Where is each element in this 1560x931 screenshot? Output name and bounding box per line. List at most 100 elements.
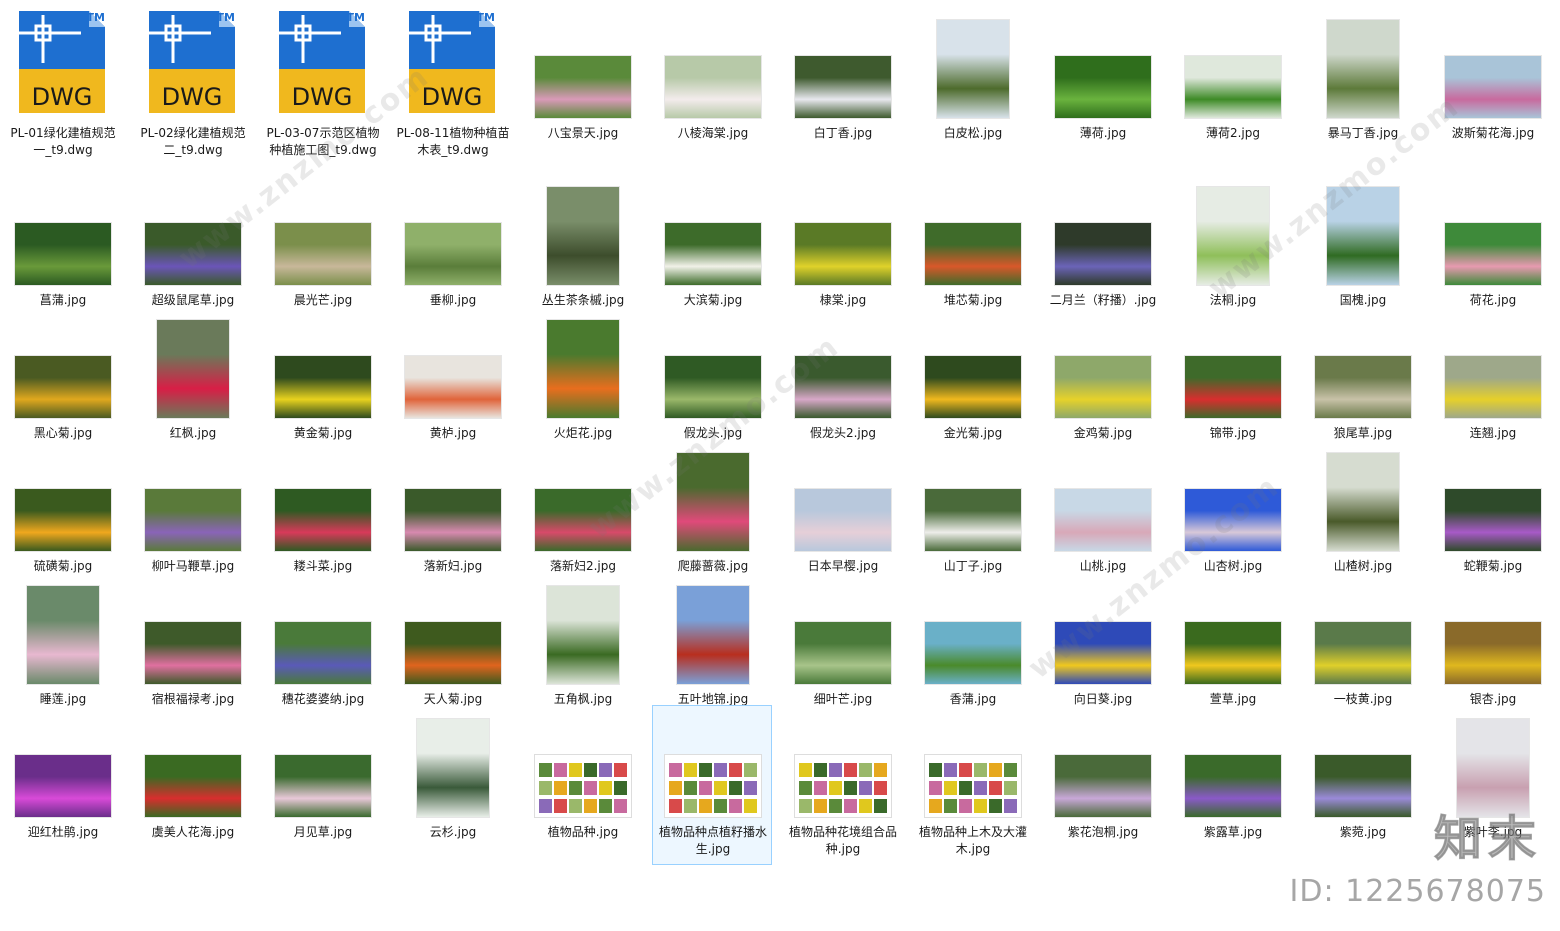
image-file-item[interactable]: 八棱海棠.jpg (652, 6, 772, 166)
svg-text:TM: TM (217, 11, 235, 24)
photo-thumbnail (664, 222, 762, 286)
file-name-label: 植物品种.jpg (547, 825, 619, 839)
dwg-file-icon: DWG TM (19, 11, 107, 113)
image-file-item[interactable]: 白皮松.jpg (912, 6, 1032, 166)
thumbnail-frame (393, 307, 513, 423)
svg-text:DWG: DWG (162, 83, 223, 111)
thumbnail-frame (653, 7, 773, 123)
photo-thumbnail (1444, 55, 1542, 119)
image-file-item[interactable]: 紫露草.jpg (1172, 705, 1292, 865)
photo-thumbnail (404, 488, 502, 552)
thumbnail-frame (3, 307, 123, 423)
collage-thumbnail (794, 754, 892, 818)
thumbnail-frame (783, 307, 903, 423)
thumbnail-frame (1433, 307, 1553, 423)
thumbnail-frame (3, 706, 123, 822)
photo-thumbnail (534, 55, 632, 119)
photo-thumbnail (1314, 621, 1412, 685)
thumbnail-frame (1303, 573, 1423, 689)
image-file-item[interactable]: 紫菀.jpg (1302, 705, 1422, 865)
thumbnail-frame (3, 573, 123, 689)
file-name-label: 云杉.jpg (429, 825, 477, 839)
photo-thumbnail (1184, 621, 1282, 685)
thumbnail-frame (1433, 7, 1553, 123)
photo-thumbnail (794, 355, 892, 419)
file-name-label: 植物品种上木及大灌木.jpg (918, 825, 1027, 856)
thumbnail-frame (1043, 706, 1163, 822)
photo-thumbnail (26, 585, 100, 685)
photo-thumbnail (676, 585, 750, 685)
dwg-file-item[interactable]: DWG TM PL-03-07示范区植物种植施工图_t9.dwg (262, 6, 382, 166)
photo-thumbnail (1184, 488, 1282, 552)
thumbnail-frame (783, 706, 903, 822)
thumbnail-frame (1173, 573, 1293, 689)
image-file-item[interactable]: 紫花泡桐.jpg (1042, 705, 1162, 865)
photo-thumbnail (1444, 222, 1542, 286)
image-file-item[interactable]: 植物品种点植籽播水生.jpg (652, 705, 772, 865)
image-file-item[interactable]: 薄荷.jpg (1042, 6, 1162, 166)
dwg-file-icon: DWG TM (279, 11, 367, 113)
thumbnail-frame (1043, 440, 1163, 556)
thumbnail-frame (133, 440, 253, 556)
image-file-item[interactable]: 虞美人花海.jpg (132, 705, 252, 865)
file-name-label: 薄荷2.jpg (1205, 126, 1261, 140)
photo-thumbnail (1184, 355, 1282, 419)
thumbnail-frame (263, 573, 383, 689)
thumbnail-frame (913, 307, 1033, 423)
thumbnail-frame (1433, 573, 1553, 689)
thumbnail-frame (783, 573, 903, 689)
thumbnail-frame (1173, 174, 1293, 290)
photo-thumbnail (274, 754, 372, 818)
svg-text:DWG: DWG (422, 83, 483, 111)
thumbnail-frame (523, 440, 643, 556)
thumbnail-frame (783, 174, 903, 290)
image-file-item[interactable]: 迎红杜鹃.jpg (2, 705, 122, 865)
thumbnail-frame (1433, 174, 1553, 290)
thumbnail-frame (3, 174, 123, 290)
image-file-item[interactable]: 月见草.jpg (262, 705, 382, 865)
thumbnail-frame (1303, 706, 1423, 822)
photo-thumbnail (1054, 754, 1152, 818)
photo-thumbnail (664, 355, 762, 419)
image-file-item[interactable]: 白丁香.jpg (782, 6, 902, 166)
thumbnail-frame (1303, 7, 1423, 123)
thumbnail-frame (393, 706, 513, 822)
image-file-item[interactable]: 植物品种上木及大灌木.jpg (912, 705, 1032, 865)
thumbnail-frame (1303, 307, 1423, 423)
watermark-brand: 知末 (1433, 811, 1542, 868)
dwg-file-item[interactable]: DWG TM PL-08-11植物种植苗木表_t9.dwg (392, 6, 512, 166)
thumbnail-frame (653, 440, 773, 556)
thumbnail-frame (653, 174, 773, 290)
photo-thumbnail (274, 355, 372, 419)
file-name-label: 八棱海棠.jpg (677, 126, 749, 140)
photo-thumbnail (794, 55, 892, 119)
file-name-label: 八宝景天.jpg (547, 126, 619, 140)
image-file-item[interactable]: 暴马丁香.jpg (1302, 6, 1422, 166)
dwg-file-item[interactable]: DWG TM PL-01绿化建植规范一_t9.dwg (2, 6, 122, 166)
photo-thumbnail (546, 319, 620, 419)
file-name-label: 植物品种点植籽播水生.jpg (658, 825, 767, 856)
photo-thumbnail (274, 621, 372, 685)
photo-thumbnail (534, 488, 632, 552)
image-file-item[interactable]: 薄荷2.jpg (1172, 6, 1292, 166)
image-file-item[interactable]: 八宝景天.jpg (522, 6, 642, 166)
image-file-item[interactable]: 波斯菊花海.jpg (1432, 6, 1552, 166)
photo-thumbnail (1314, 355, 1412, 419)
dwg-file-icon: DWG TM (149, 11, 237, 113)
image-file-item[interactable]: 植物品种花境组合品种.jpg (782, 705, 902, 865)
photo-thumbnail (144, 488, 242, 552)
thumbnail-frame (653, 573, 773, 689)
photo-thumbnail (794, 621, 892, 685)
photo-thumbnail (794, 488, 892, 552)
photo-thumbnail (1444, 621, 1542, 685)
thumbnail-frame (133, 706, 253, 822)
image-file-item[interactable]: 云杉.jpg (392, 705, 512, 865)
photo-thumbnail (1326, 19, 1400, 119)
svg-text:TM: TM (87, 11, 105, 24)
image-file-item[interactable]: 植物品种.jpg (522, 705, 642, 865)
thumbnail-frame (913, 706, 1033, 822)
thumbnail-frame (263, 174, 383, 290)
dwg-file-item[interactable]: DWG TM PL-02绿化建植规范二_t9.dwg (132, 6, 252, 166)
thumbnail-frame (783, 440, 903, 556)
thumbnail-frame (3, 440, 123, 556)
